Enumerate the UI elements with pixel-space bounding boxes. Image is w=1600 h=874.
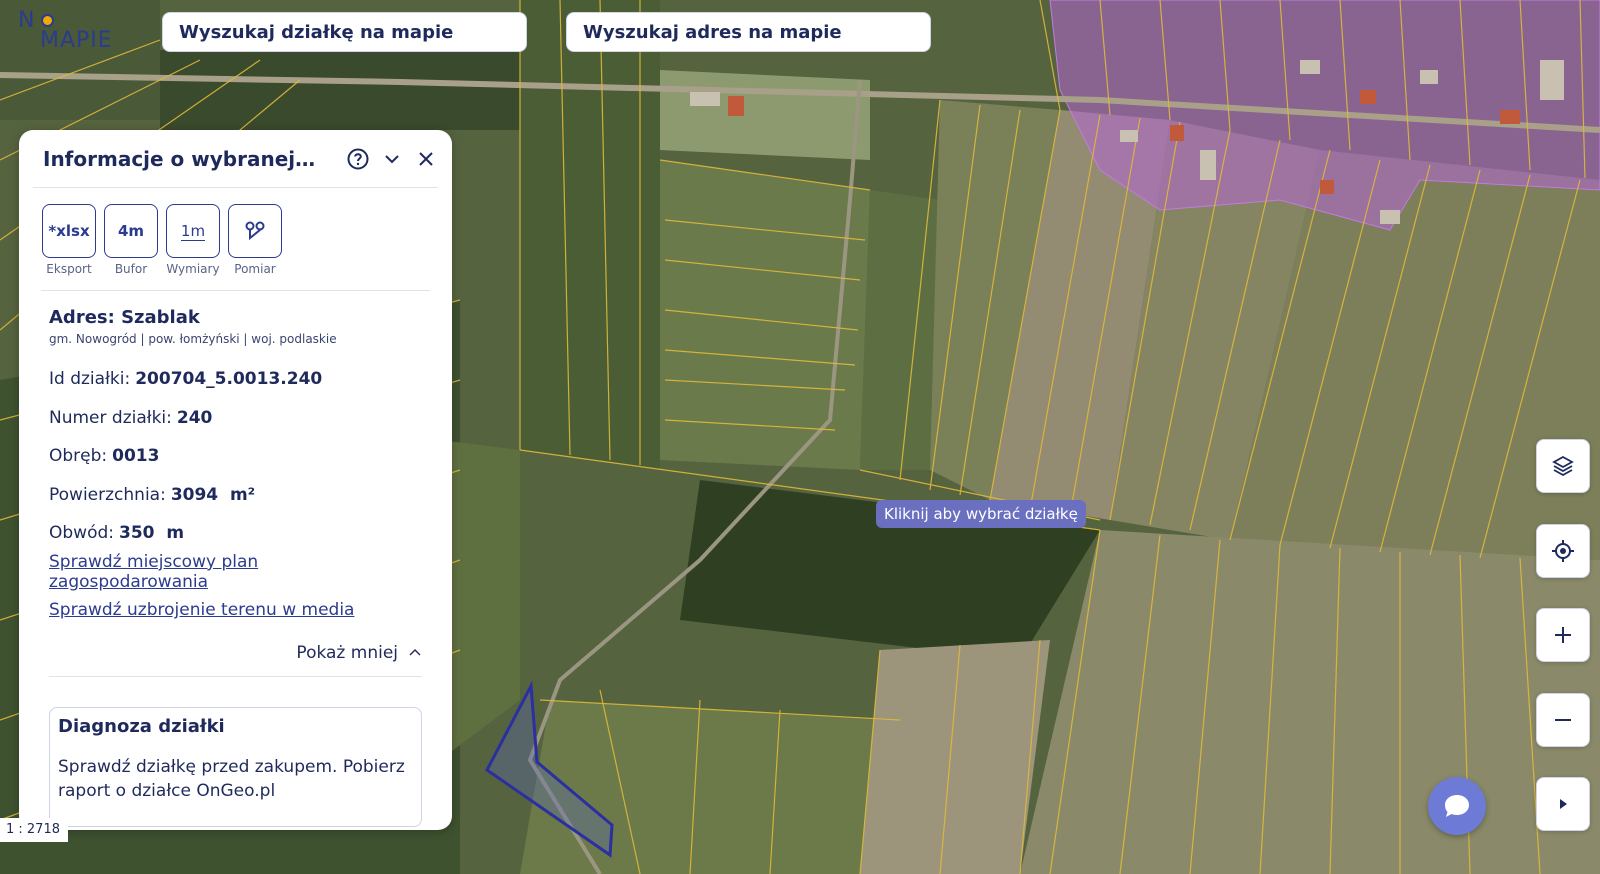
detail-value: 3094 m² bbox=[170, 484, 256, 505]
zoning-plan-link[interactable]: Sprawdź miejscowy plan zagospodarowania bbox=[49, 552, 422, 592]
tool-export[interactable]: *xlsx Eksport bbox=[42, 204, 96, 276]
tool-buffer[interactable]: 4m Bufor bbox=[104, 204, 158, 276]
detail-row-id: Id działki: 200704_5.0013.240 bbox=[49, 360, 422, 399]
minus-icon bbox=[1555, 719, 1571, 721]
zoom-out-button[interactable] bbox=[1536, 693, 1590, 747]
chevron-up-icon bbox=[409, 648, 421, 655]
show-less-button[interactable]: Pokaż mniej bbox=[19, 630, 452, 676]
plus-icon bbox=[1555, 627, 1571, 643]
tool-label: Wymiary bbox=[166, 262, 220, 276]
panel-header: Informacje o wybranej działce bbox=[33, 130, 438, 188]
address-title: Adres: Szablak bbox=[49, 307, 200, 328]
play-arrow-icon bbox=[1560, 799, 1567, 809]
tool-label: Eksport bbox=[46, 262, 92, 276]
detail-row-area: Powierzchnia: 3094 m² bbox=[49, 476, 422, 515]
detail-row-perimeter: Obwód: 350 m bbox=[49, 514, 422, 553]
detail-value: 350 m bbox=[119, 523, 185, 544]
app-logo[interactable]: N MAPIE bbox=[18, 8, 128, 56]
logo-pin-icon bbox=[41, 14, 54, 27]
measure-button[interactable] bbox=[228, 204, 282, 258]
detail-label: Obręb: bbox=[49, 446, 108, 467]
dimensions-icon: 1m bbox=[180, 221, 206, 241]
tool-measure[interactable]: Pomiar bbox=[228, 204, 282, 276]
divider bbox=[49, 675, 422, 677]
detail-row-precinct: Obręb: 0013 bbox=[49, 437, 422, 476]
tool-dimensions[interactable]: 1m Wymiary bbox=[166, 204, 220, 276]
tool-label: Pomiar bbox=[234, 262, 276, 276]
tool-bar: *xlsx Eksport 4m Bufor 1m Wymiary Pomiar bbox=[19, 188, 452, 276]
logo-text-bottom: MAPIE bbox=[40, 28, 113, 53]
detail-label: Obwód: bbox=[49, 523, 114, 544]
layers-button[interactable] bbox=[1536, 439, 1590, 493]
show-less-label: Pokaż mniej bbox=[296, 642, 398, 663]
locate-button[interactable] bbox=[1536, 524, 1590, 578]
chat-bubble-icon bbox=[1445, 795, 1469, 817]
export-button[interactable]: *xlsx bbox=[42, 204, 96, 258]
diagnosis-card[interactable]: Diagnoza działki Sprawdź działkę przed z… bbox=[49, 706, 422, 827]
parcel-search-placeholder: Wyszukaj działkę na mapie bbox=[179, 21, 454, 43]
detail-value: 200704_5.0013.240 bbox=[135, 369, 323, 390]
address-subtitle: gm. Nowogród | pow. łomżyński | woj. pod… bbox=[49, 332, 337, 346]
chevron-down-icon[interactable] bbox=[380, 147, 404, 171]
parcel-details: Id działki: 200704_5.0013.240 Numer dzia… bbox=[19, 346, 452, 630]
detail-value: 240 bbox=[176, 407, 213, 428]
parcel-info-panel: Informacje o wybranej działce *xlsx Eksp… bbox=[19, 130, 452, 830]
diagnosis-title: Diagnoza działki bbox=[58, 715, 225, 737]
logo-text-top: N bbox=[18, 8, 36, 33]
detail-row-number: Numer działki: 240 bbox=[49, 399, 422, 438]
buffer-button[interactable]: 4m bbox=[104, 204, 158, 258]
diagnosis-text: Sprawdź działkę przed zakupem. Pobierz r… bbox=[58, 756, 405, 801]
locate-icon bbox=[1552, 540, 1574, 562]
help-icon[interactable] bbox=[346, 147, 370, 171]
zoom-in-button[interactable] bbox=[1536, 608, 1590, 662]
map-tooltip: Kliknij aby wybrać działkę bbox=[876, 500, 1086, 528]
address-search-placeholder: Wyszukaj adres na mapie bbox=[583, 21, 842, 43]
address-block: Adres: Szablak gm. Nowogród | pow. łomży… bbox=[19, 291, 452, 346]
layers-icon bbox=[1552, 455, 1574, 477]
parcel-search-input[interactable]: Wyszukaj działkę na mapie bbox=[162, 12, 527, 52]
detail-label: Id działki: bbox=[49, 369, 131, 390]
panel-title: Informacje o wybranej działce bbox=[43, 146, 318, 171]
dimensions-button[interactable]: 1m bbox=[166, 204, 220, 258]
utilities-link[interactable]: Sprawdź uzbrojenie terenu w media bbox=[49, 591, 422, 630]
detail-value: 0013 bbox=[112, 446, 160, 467]
detail-label: Numer działki: bbox=[49, 407, 172, 428]
address-search-input[interactable]: Wyszukaj adres na mapie bbox=[566, 12, 931, 52]
detail-label: Powierzchnia: bbox=[49, 484, 166, 505]
close-icon[interactable] bbox=[414, 147, 438, 171]
chat-button[interactable] bbox=[1428, 777, 1486, 835]
expand-button[interactable] bbox=[1536, 777, 1590, 831]
tool-label: Bufor bbox=[114, 262, 148, 276]
map-scale: 1 : 2718 bbox=[0, 818, 68, 842]
measure-icon bbox=[245, 221, 265, 241]
